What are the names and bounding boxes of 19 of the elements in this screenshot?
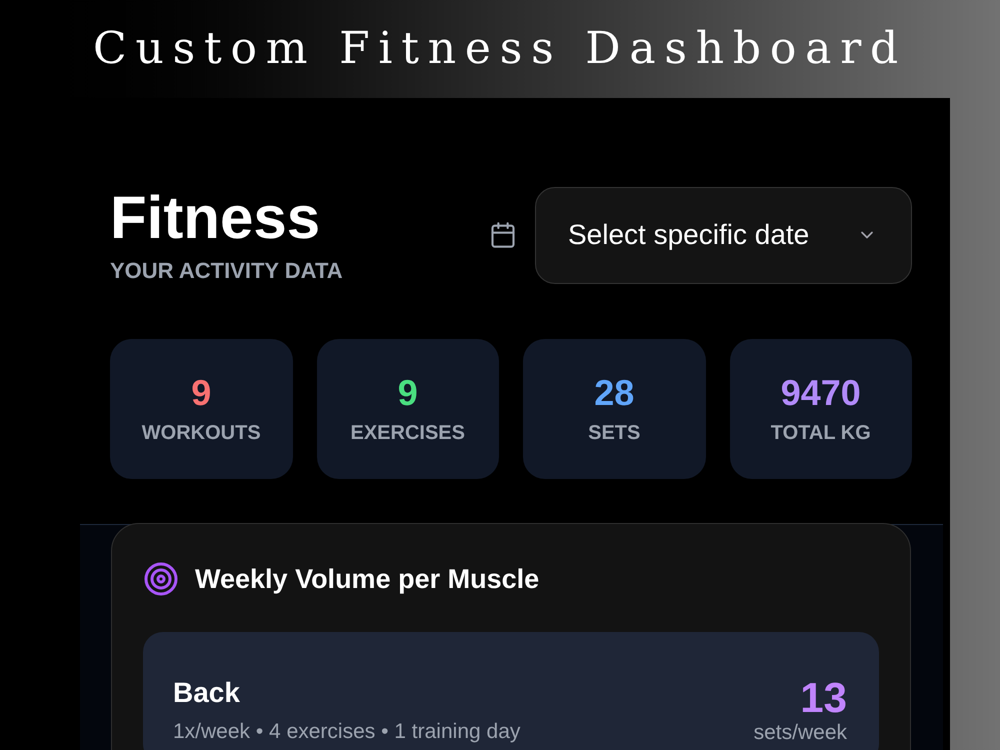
target-icon	[143, 561, 179, 597]
dashboard-subtitle: YOUR ACTIVITY DATA	[110, 258, 343, 284]
muscle-name: Back	[173, 676, 241, 710]
sets-unit: sets/week	[754, 722, 847, 744]
calendar-icon	[489, 221, 517, 249]
stat-value: 9470	[780, 373, 861, 413]
stat-value: 28	[594, 373, 634, 413]
stat-label: SETS	[588, 421, 640, 445]
dashboard-title: Fitness	[110, 186, 322, 250]
stat-label: WORKOUTS	[142, 421, 261, 445]
page-title: Custom Fitness Dashboard	[93, 27, 907, 71]
date-select[interactable]: Select specific date	[535, 186, 912, 284]
stat-label: EXERCISES	[350, 421, 465, 445]
stat-value: 9	[191, 373, 212, 413]
stat-label: TOTAL KG	[770, 421, 871, 445]
muscle-details: 1x/week • 4 exercises • 1 training day	[173, 720, 520, 744]
card-title: Weekly Volume per Muscle	[195, 563, 540, 595]
stat-value: 9	[398, 373, 418, 413]
sets-count: 13	[800, 676, 847, 720]
